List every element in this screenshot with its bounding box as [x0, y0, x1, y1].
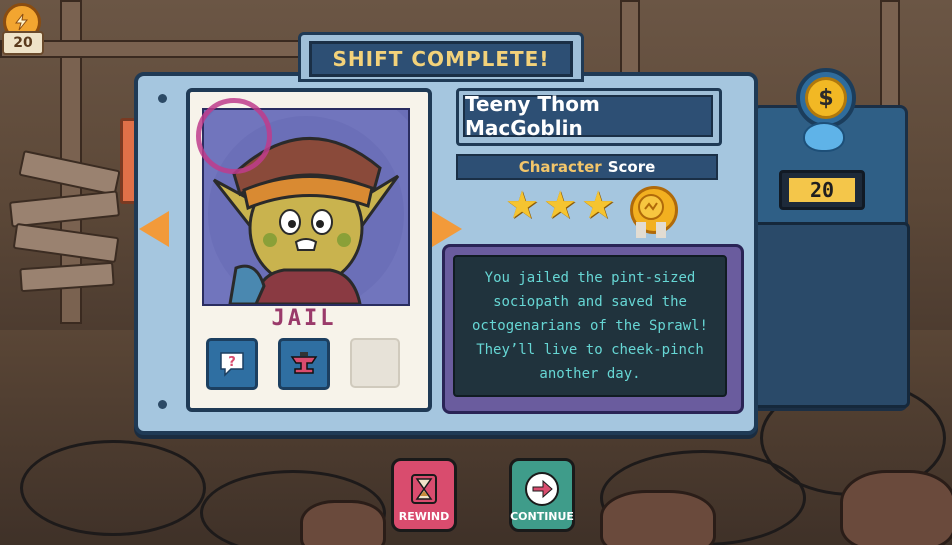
- score-label-suffix: Score: [607, 158, 656, 176]
- outcome-description-frame: You jailed the pint-sized sociopath and …: [442, 244, 744, 414]
- character-score-header: Character Score: [456, 154, 718, 180]
- title-tab: SHIFT COMPLETE!: [298, 32, 584, 82]
- continue-label: CONTINUE: [510, 510, 574, 523]
- rewind-label: REWIND: [398, 510, 450, 523]
- verdict-label: JAIL: [271, 306, 337, 331]
- character-name: Teeny Thom MacGoblin: [463, 92, 713, 140]
- jail-stamp: [196, 98, 272, 174]
- dialog-title: SHIFT COMPLETE!: [309, 41, 573, 77]
- rewind-button[interactable]: REWIND: [391, 458, 457, 532]
- sandbag: [300, 500, 386, 545]
- machine-counter: 20: [779, 170, 865, 210]
- sandbag: [840, 470, 952, 545]
- previous-arrow-icon[interactable]: [139, 211, 169, 247]
- wooden-beam: [0, 40, 304, 58]
- score-label-prefix: Character: [518, 158, 602, 176]
- star-rating: ★ ★ ★: [505, 186, 615, 224]
- evidence-slot-empty: [350, 338, 400, 388]
- wooden-beam: [620, 0, 640, 74]
- question-speech-icon: ?: [209, 341, 255, 387]
- star-icon: ★: [505, 183, 540, 227]
- bolt-icon: [158, 94, 167, 103]
- arrow-right-icon: [522, 469, 562, 509]
- star-icon: ★: [543, 183, 578, 227]
- medal-ribbon: [636, 222, 646, 238]
- continue-button[interactable]: CONTINUE: [509, 458, 575, 532]
- svg-text:?: ?: [228, 355, 236, 370]
- machine-count: 20: [789, 178, 855, 202]
- sandbag: [600, 490, 716, 545]
- evidence-slot-question[interactable]: ?: [206, 338, 258, 390]
- hourglass-rewind-icon: [404, 469, 444, 509]
- coin-badge: $: [796, 68, 856, 128]
- dollar-coin-icon: $: [805, 77, 847, 119]
- anvil-icon: [281, 341, 327, 387]
- bolt-icon: [158, 400, 167, 409]
- evidence-slot-anvil[interactable]: [278, 338, 330, 390]
- star-icon: ★: [581, 183, 616, 227]
- medal-ribbon: [656, 222, 666, 238]
- coin-machine-base: [748, 222, 910, 408]
- outcome-description: You jailed the pint-sized sociopath and …: [453, 255, 727, 397]
- barbed-wire: [20, 440, 206, 536]
- character-name-plate: Teeny Thom MacGoblin: [456, 88, 722, 146]
- game-scene: 20 $ 20 SHIFT COMPLETE! JAIL ? Teeny Tho…: [0, 0, 952, 545]
- next-arrow-icon[interactable]: [432, 211, 462, 247]
- piggy-bank-icon: [803, 122, 845, 152]
- currency-count: 20: [2, 31, 44, 55]
